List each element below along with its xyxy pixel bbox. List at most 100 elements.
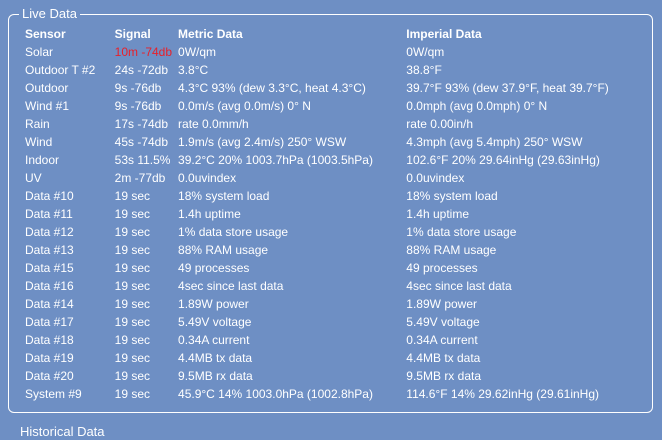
sensor-name: Data #16 [25, 279, 74, 293]
table-row: Data #15 19 sec 49 processes 49 processes [19, 259, 652, 277]
live-data-table: Sensor Signal Metric Data Imperial Data … [19, 25, 652, 403]
signal-value: 19 sec [114, 369, 151, 383]
table-row: Outdoor T #2 24s -72db 3.8°C 38.8°F [19, 61, 652, 79]
metric-value: 0.0uvindex [178, 171, 237, 185]
sensor-name: Outdoor [25, 81, 69, 95]
signal-value: 24s -72db [114, 63, 169, 77]
sensor-name: Data #10 [25, 189, 74, 203]
sensor-name: Data #14 [25, 297, 74, 311]
imperial-value: 0.0mph (avg 0.0mph) 0° N [406, 99, 548, 113]
signal-value: 19 sec [114, 261, 151, 275]
table-row: Solar 10m -74db 0W/qm 0W/qm [19, 43, 652, 61]
live-data-title: Live Data [19, 6, 80, 22]
metric-value: 0W/qm [178, 45, 217, 59]
imperial-value: rate 0.00in/h [406, 117, 474, 131]
signal-value: 17s -74db [114, 117, 169, 131]
sensor-name: Data #17 [25, 315, 74, 329]
metric-value: 1% data store usage [178, 225, 289, 239]
imperial-value: 4.3mph (avg 5.4mph) 250° WSW [406, 135, 583, 149]
historical-data-title: Historical Data [20, 424, 105, 439]
sensor-name: Data #12 [25, 225, 74, 239]
sensor-name: UV [25, 171, 42, 185]
signal-value: 19 sec [114, 279, 151, 293]
imperial-value: 4sec since last data [406, 279, 512, 293]
column-header-imperial: Imperial Data [406, 27, 482, 41]
imperial-value: 5.49V voltage [406, 315, 480, 329]
column-header-sensor: Sensor [25, 27, 66, 41]
sensor-name: Data #20 [25, 369, 74, 383]
metric-value: 4sec since last data [178, 279, 284, 293]
table-row: Data #18 19 sec 0.34A current 0.34A current [19, 331, 652, 349]
signal-value: 53s 11.5% [114, 153, 171, 167]
imperial-value: 49 processes [406, 261, 478, 275]
signal-value: 19 sec [114, 189, 151, 203]
imperial-value: 39.7°F 93% (dew 37.9°F, heat 39.7°F) [406, 81, 609, 95]
table-row: Data #17 19 sec 5.49V voltage 5.49V voltage [19, 313, 652, 331]
signal-value: 19 sec [114, 333, 151, 347]
live-data-rows: Solar 10m -74db 0W/qm 0W/qm Outdoor T #2 24s … [19, 43, 652, 403]
sensor-name: System #9 [25, 387, 82, 401]
imperial-value: 1% data store usage [406, 225, 517, 239]
signal-value: 9s -76db [114, 81, 162, 95]
table-row: System #9 19 sec 45.9°C 14% 1003.0hPa (100… [19, 385, 652, 403]
signal-value: 19 sec [114, 225, 151, 239]
metric-value: 45.9°C 14% 1003.0hPa (1002.8hPa) [178, 387, 373, 401]
table-row: Data #16 19 sec 4sec since last data 4sec s… [19, 277, 652, 295]
sensor-name: Data #13 [25, 243, 74, 257]
imperial-value: 88% RAM usage [406, 243, 497, 257]
signal-value: 45s -74db [114, 135, 169, 149]
imperial-value: 9.5MB rx data [406, 369, 481, 383]
metric-value: 49 processes [178, 261, 250, 275]
live-data-panel: Live Data Sensor Signal Metric Data Impe… [8, 6, 653, 413]
metric-value: 4.3°C 93% (dew 3.3°C, heat 4.3°C) [178, 81, 366, 95]
metric-value: 9.5MB rx data [178, 369, 253, 383]
signal-value: 19 sec [114, 351, 151, 365]
imperial-value: 1.4h uptime [406, 207, 470, 221]
table-row: Rain 17s -74db rate 0.0mm/h rate 0.00in/h [19, 115, 652, 133]
table-row: Data #11 19 sec 1.4h uptime 1.4h uptime [19, 205, 652, 223]
signal-value: 19 sec [114, 243, 151, 257]
sensor-name: Outdoor T #2 [25, 63, 96, 77]
metric-value: 1.89W power [178, 297, 249, 311]
metric-value: 88% RAM usage [178, 243, 269, 257]
sensor-name: Data #11 [25, 207, 73, 221]
signal-value: 19 sec [114, 297, 151, 311]
table-row: Data #19 19 sec 4.4MB tx data 4.4MB tx data [19, 349, 652, 367]
signal-value: 9s -76db [114, 99, 162, 113]
sensor-name: Rain [25, 117, 50, 131]
column-header-signal: Signal [114, 27, 151, 41]
table-row: Outdoor 9s -76db 4.3°C 93% (dew 3.3°C, hea… [19, 79, 652, 97]
sensor-name: Data #18 [25, 333, 74, 347]
sensor-name: Wind [25, 135, 53, 149]
metric-value: 39.2°C 20% 1003.7hPa (1003.5hPa) [178, 153, 373, 167]
sensor-name: Indoor [25, 153, 60, 167]
imperial-value: 0.34A current [406, 333, 478, 347]
sensor-name: Data #19 [25, 351, 74, 365]
imperial-value: 1.89W power [406, 297, 477, 311]
imperial-value: 18% system load [406, 189, 498, 203]
metric-value: 1.4h uptime [178, 207, 241, 221]
table-header-row: Sensor Signal Metric Data Imperial Data [19, 25, 652, 43]
table-row: Indoor 53s 11.5% 39.2°C 20% 1003.7hPa (100… [19, 151, 652, 169]
imperial-value: 4.4MB tx data [406, 351, 481, 365]
metric-value: 3.8°C [178, 63, 209, 77]
table-row: Data #14 19 sec 1.89W power 1.89W power [19, 295, 652, 313]
signal-value: 19 sec [114, 387, 151, 401]
table-row: Data #20 19 sec 9.5MB rx data 9.5MB rx data [19, 367, 652, 385]
imperial-value: 102.6°F 20% 29.64inHg (29.63inHg) [406, 153, 600, 167]
metric-value: 1.9m/s (avg 2.4m/s) 250° WSW [178, 135, 347, 149]
metric-value: rate 0.0mm/h [178, 117, 249, 131]
metric-value: 4.4MB tx data [178, 351, 253, 365]
metric-value: 5.49V voltage [178, 315, 252, 329]
signal-value: 10m -74db [114, 45, 173, 59]
table-row: Data #10 19 sec 18% system load 18% system … [19, 187, 652, 205]
signal-value: 2m -77db [114, 171, 166, 185]
signal-value: 19 sec [114, 207, 151, 221]
table-row: Data #12 19 sec 1% data store usage 1% data… [19, 223, 652, 241]
imperial-value: 0.0uvindex [406, 171, 465, 185]
metric-value: 18% system load [178, 189, 270, 203]
metric-value: 0.0m/s (avg 0.0m/s) 0° N [178, 99, 311, 113]
table-row: Data #13 19 sec 88% RAM usage 88% RAM usage [19, 241, 652, 259]
metric-value: 0.34A current [178, 333, 250, 347]
table-row: UV 2m -77db 0.0uvindex 0.0uvindex [19, 169, 652, 187]
